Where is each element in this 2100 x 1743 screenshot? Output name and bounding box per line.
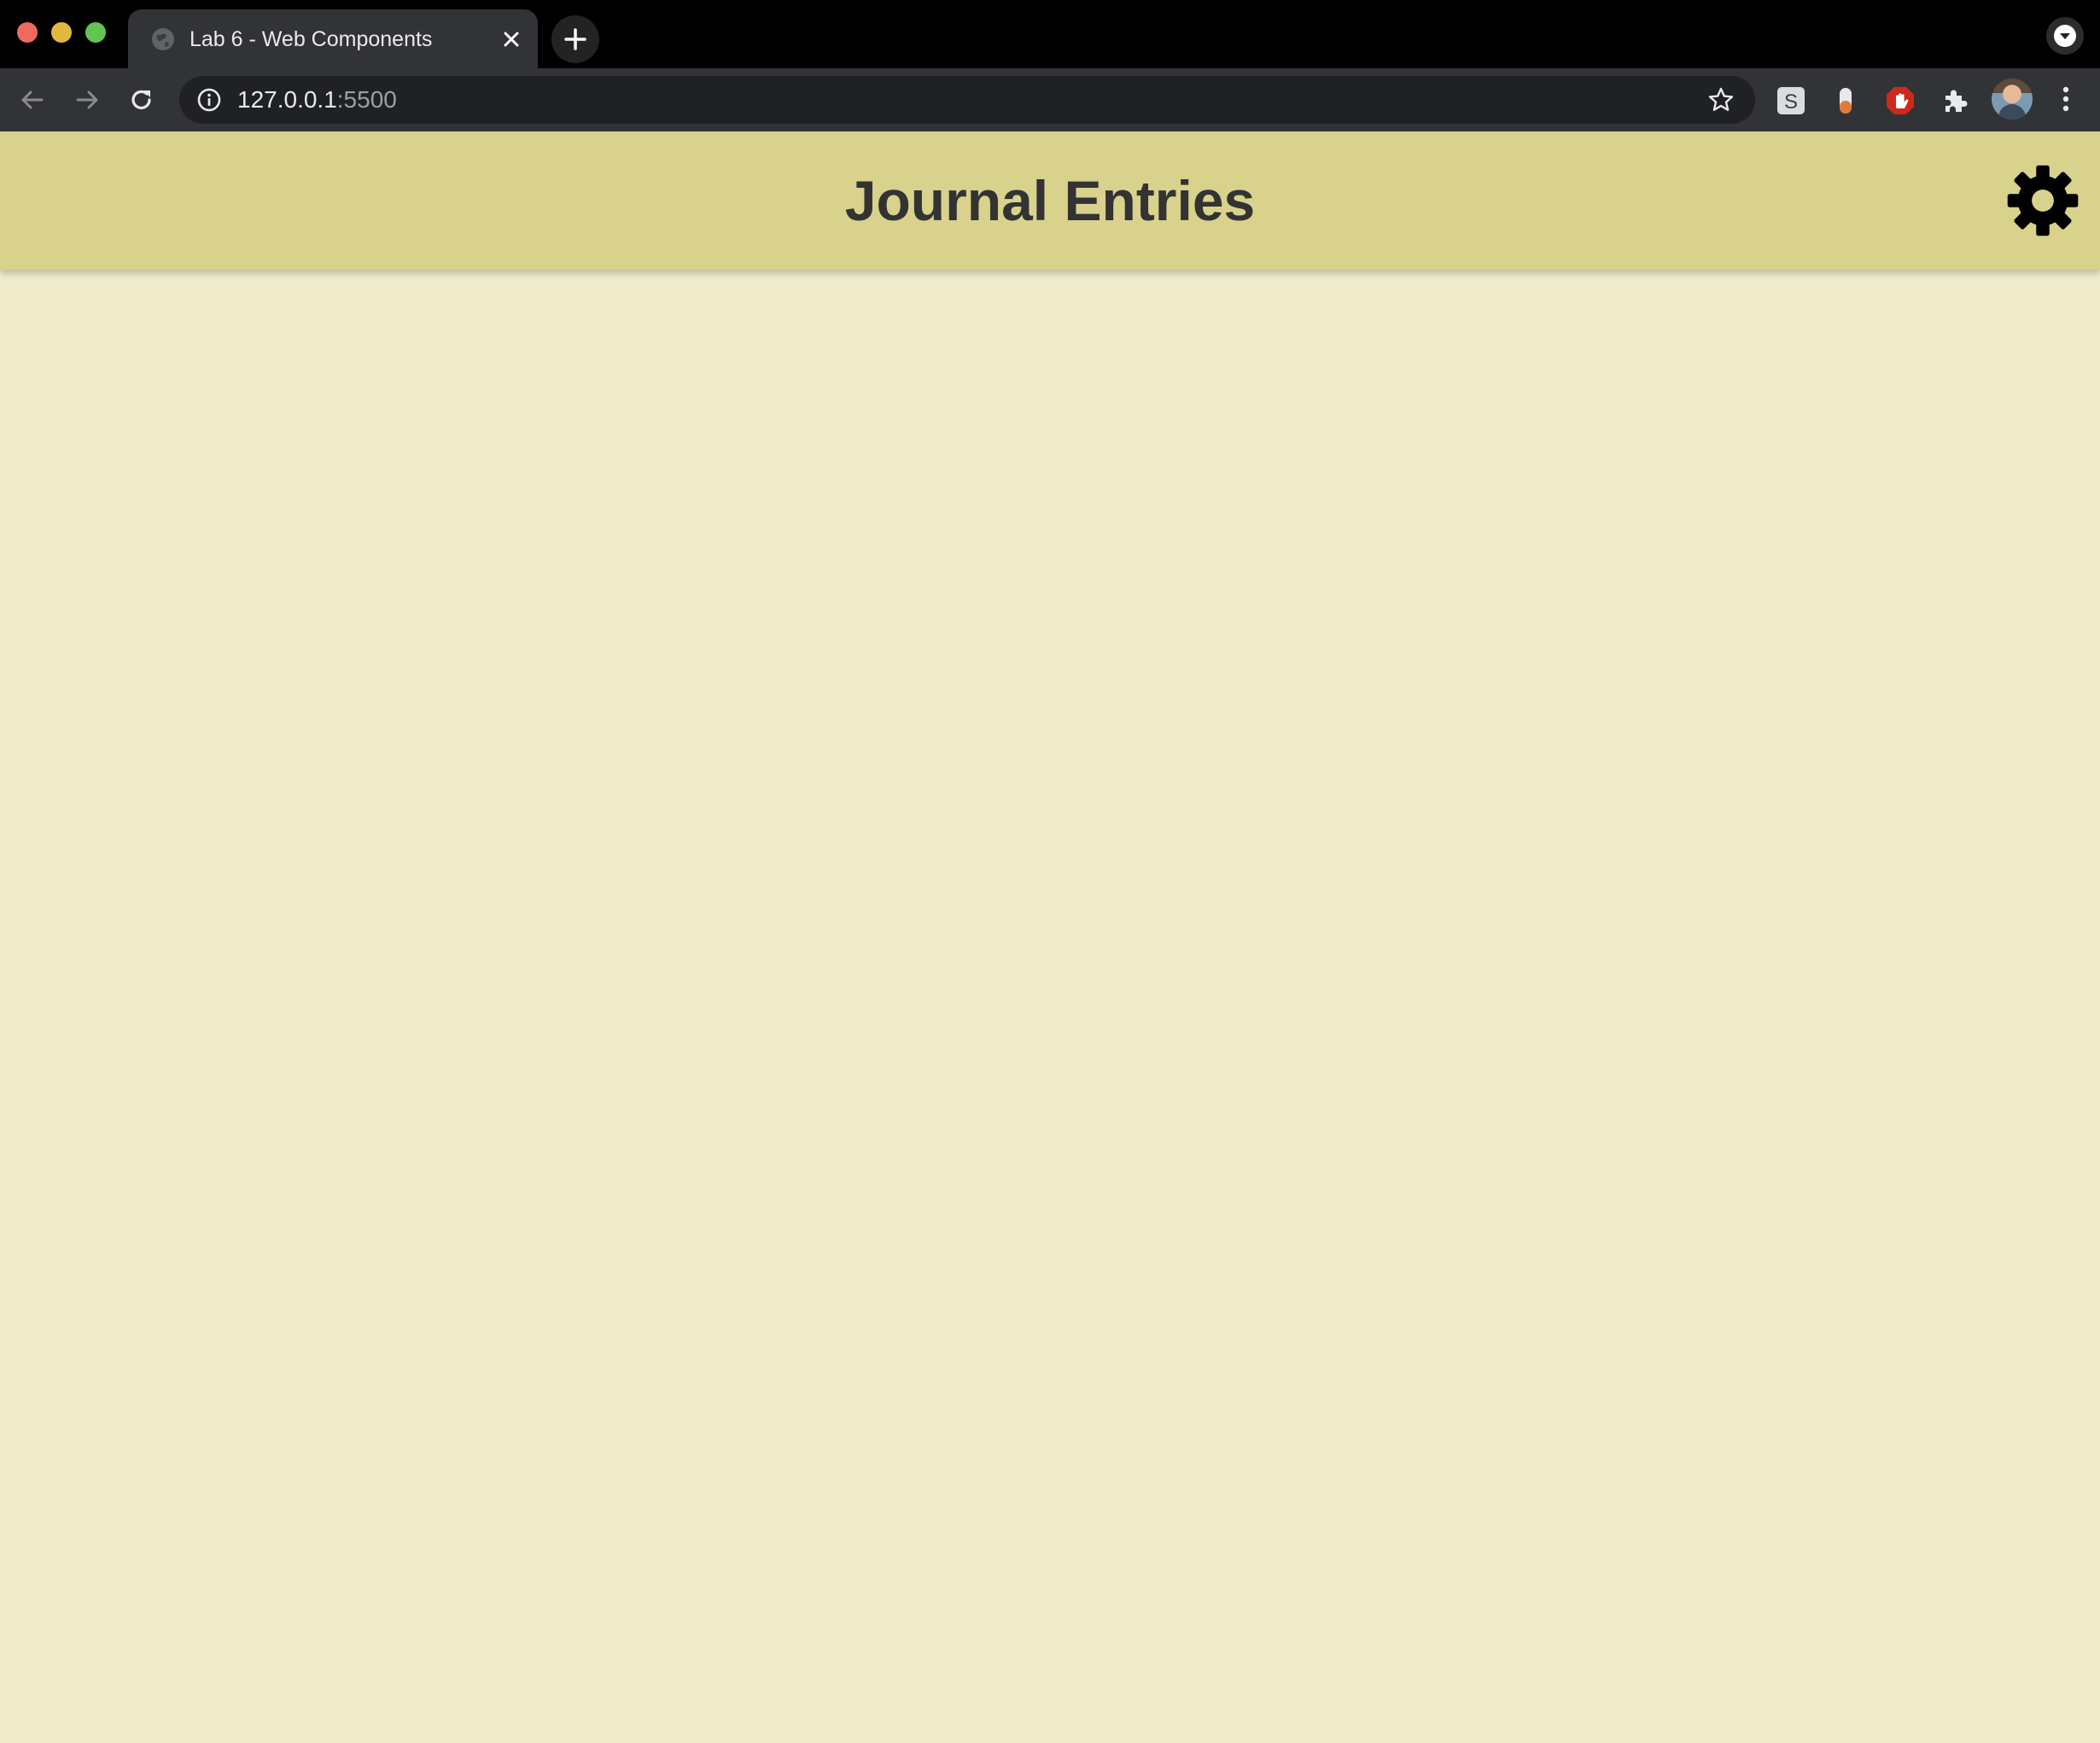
s-extension-icon[interactable]: S bbox=[1776, 85, 1806, 116]
address-url: 127.0.0.1:5500 bbox=[237, 87, 397, 113]
plus-icon bbox=[564, 28, 586, 50]
url-port: :5500 bbox=[336, 86, 397, 113]
browser-tab-active[interactable]: Lab 6 - Web Components bbox=[128, 9, 538, 68]
tab-search-button[interactable] bbox=[2046, 17, 2084, 55]
globe-icon bbox=[152, 28, 174, 50]
arrow-left-icon bbox=[21, 90, 44, 109]
gear-icon[interactable] bbox=[2006, 164, 2080, 237]
page-title: Journal Entries bbox=[844, 169, 1256, 232]
block-hand-extension-icon[interactable] bbox=[1885, 85, 1916, 116]
arrow-right-icon bbox=[76, 90, 98, 109]
browser-tab-strip: Lab 6 - Web Components bbox=[0, 0, 2100, 68]
url-host: 127.0.0.1 bbox=[237, 86, 337, 113]
tab-title: Lab 6 - Web Components bbox=[190, 27, 433, 51]
journal-entries-list bbox=[0, 270, 2100, 1743]
forward-button[interactable] bbox=[68, 81, 106, 119]
puzzle-icon[interactable] bbox=[1940, 85, 1970, 116]
site-info-icon[interactable] bbox=[196, 87, 222, 113]
more-menu-icon[interactable] bbox=[2049, 82, 2083, 116]
window-close-button[interactable] bbox=[17, 22, 38, 43]
address-bar[interactable]: 127.0.0.1:5500 bbox=[179, 76, 1755, 124]
reload-button[interactable] bbox=[123, 81, 160, 119]
reload-icon bbox=[131, 90, 151, 110]
browser-toolbar: 127.0.0.1:5500 S bbox=[0, 68, 2100, 131]
bookmark-star-icon[interactable] bbox=[1707, 86, 1735, 114]
chevron-down-circle-icon bbox=[2054, 25, 2076, 47]
app-header: Journal Entries bbox=[0, 131, 2100, 270]
window-maximize-button[interactable] bbox=[85, 22, 106, 43]
capsule-extension-icon[interactable] bbox=[1830, 85, 1861, 116]
back-button[interactable] bbox=[14, 81, 51, 119]
profile-avatar[interactable] bbox=[1992, 79, 2033, 120]
window-minimize-button[interactable] bbox=[51, 22, 72, 43]
svg-text:S: S bbox=[1784, 90, 1798, 114]
page-body: Journal Entries bbox=[0, 131, 2100, 1743]
tab-close-icon[interactable] bbox=[499, 26, 524, 52]
new-tab-button[interactable] bbox=[551, 15, 599, 63]
